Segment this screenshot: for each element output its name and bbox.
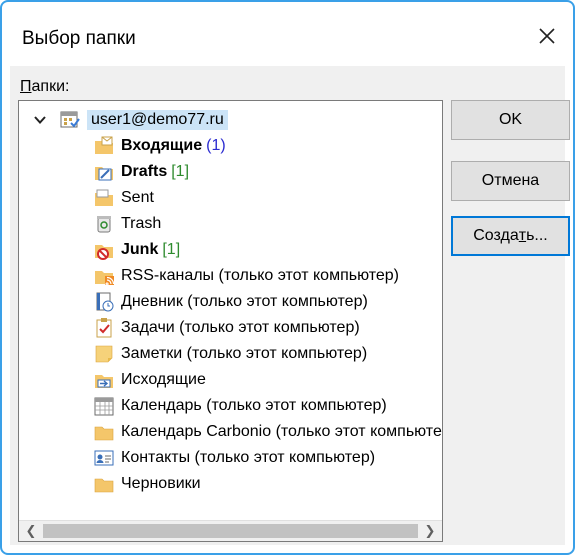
folder-label: Junk bbox=[121, 241, 159, 258]
folder-label: Календарь (только этот компьютер) bbox=[121, 397, 387, 414]
folder-label: Дневник (только этот компьютер) bbox=[121, 293, 368, 310]
dialog-window: Выбор папки Папки: user1@demo77.ru Входя… bbox=[0, 0, 575, 555]
folder-label: Заметки (только этот компьютер) bbox=[121, 345, 368, 362]
folder-label: Черновики bbox=[121, 475, 201, 492]
cancel-button[interactable]: Отмена bbox=[451, 161, 570, 201]
create-button[interactable]: Созда т ь... bbox=[451, 216, 570, 256]
folder-row[interactable]: Календарь (только этот компьютер) bbox=[93, 393, 387, 419]
folder-row[interactable]: Junk [1] bbox=[93, 237, 180, 263]
folders-label-accesskey: П bbox=[20, 78, 32, 95]
folder-row[interactable]: Входящие (1) bbox=[93, 133, 226, 159]
folder-label: Календарь Carbonio (только этот компьюте… bbox=[121, 423, 442, 440]
journal-icon bbox=[96, 292, 114, 312]
scroll-right-icon[interactable]: ❯ bbox=[422, 523, 438, 539]
folder-tree-list: user1@demo77.ru Входящие (1) Drafts [1] Sent… bbox=[19, 101, 442, 521]
create-button-ellipsis: ь... bbox=[526, 227, 548, 244]
tree-root-row[interactable]: user1@demo77.ru bbox=[33, 107, 228, 133]
unread-count: [1] bbox=[162, 241, 181, 258]
mailbox-icon bbox=[60, 111, 80, 128]
folder-label: Входящие bbox=[121, 137, 203, 154]
folder-row[interactable]: Черновики bbox=[93, 471, 201, 497]
folder-row[interactable]: Контакты (только этот компьютер) bbox=[93, 445, 375, 471]
outbox-icon bbox=[95, 375, 113, 388]
folder-icon bbox=[94, 426, 114, 441]
scrollbar-thumb[interactable] bbox=[43, 524, 418, 538]
folder-row[interactable]: Sent bbox=[93, 185, 154, 211]
scroll-left-icon[interactable]: ❮ bbox=[23, 523, 39, 539]
folder-row[interactable]: Задачи (только этот компьютер) bbox=[93, 315, 360, 341]
folder-row[interactable]: Trash bbox=[93, 211, 161, 237]
folder-icon bbox=[94, 478, 114, 493]
dialog-body: Папки: user1@demo77.ru Входящие (1) Drafts… bbox=[10, 66, 570, 545]
create-button-accesskey: т bbox=[518, 227, 527, 244]
folder-label: RSS-каналы (только этот компьютер) bbox=[121, 267, 399, 284]
close-icon[interactable] bbox=[535, 24, 559, 48]
tree-root-label: user1@demo77.ru bbox=[87, 110, 228, 130]
folder-tree[interactable]: user1@demo77.ru Входящие (1) Drafts [1] Sent… bbox=[18, 100, 443, 542]
folders-label: Папки: bbox=[20, 78, 69, 96]
contacts-icon bbox=[94, 450, 114, 466]
folder-row[interactable]: Заметки (только этот компьютер) bbox=[93, 341, 367, 367]
folder-row[interactable]: Дневник (только этот компьютер) bbox=[93, 289, 368, 315]
folder-row[interactable]: Календарь Carbonio (только этот компьюте… bbox=[93, 419, 442, 445]
folder-row[interactable]: Drafts [1] bbox=[93, 159, 189, 185]
unread-count: (1) bbox=[206, 137, 226, 154]
folder-label: Sent bbox=[121, 189, 154, 206]
title-bar: Выбор папки bbox=[4, 4, 571, 64]
calendar-icon bbox=[94, 397, 114, 416]
chevron-down-icon[interactable] bbox=[33, 113, 47, 127]
trash-icon bbox=[97, 216, 111, 233]
dialog-title: Выбор папки bbox=[22, 28, 136, 49]
folder-label: Контакты (только этот компьютер) bbox=[121, 449, 376, 466]
folder-label: Drafts bbox=[121, 163, 168, 180]
sent-icon bbox=[95, 189, 113, 206]
folders-label-text: апки: bbox=[31, 78, 70, 95]
inbox-icon bbox=[95, 136, 113, 154]
horizontal-scrollbar[interactable]: ❮ ❯ bbox=[19, 520, 442, 541]
ok-button[interactable]: OK bbox=[451, 100, 570, 140]
create-button-label: Созда bbox=[473, 227, 519, 244]
folder-label: Trash bbox=[121, 215, 162, 232]
folder-row[interactable]: Исходящие bbox=[93, 367, 206, 393]
folder-label: Задачи (только этот компьютер) bbox=[121, 319, 360, 336]
junk-icon bbox=[95, 245, 113, 260]
folder-label: Исходящие bbox=[121, 371, 206, 388]
unread-count: [1] bbox=[171, 163, 190, 180]
rss-icon bbox=[95, 271, 115, 286]
notes-icon bbox=[95, 345, 113, 363]
folder-row[interactable]: RSS-каналы (только этот компьютер) bbox=[93, 263, 399, 289]
tasks-icon bbox=[96, 318, 112, 338]
drafts-icon bbox=[95, 167, 113, 181]
